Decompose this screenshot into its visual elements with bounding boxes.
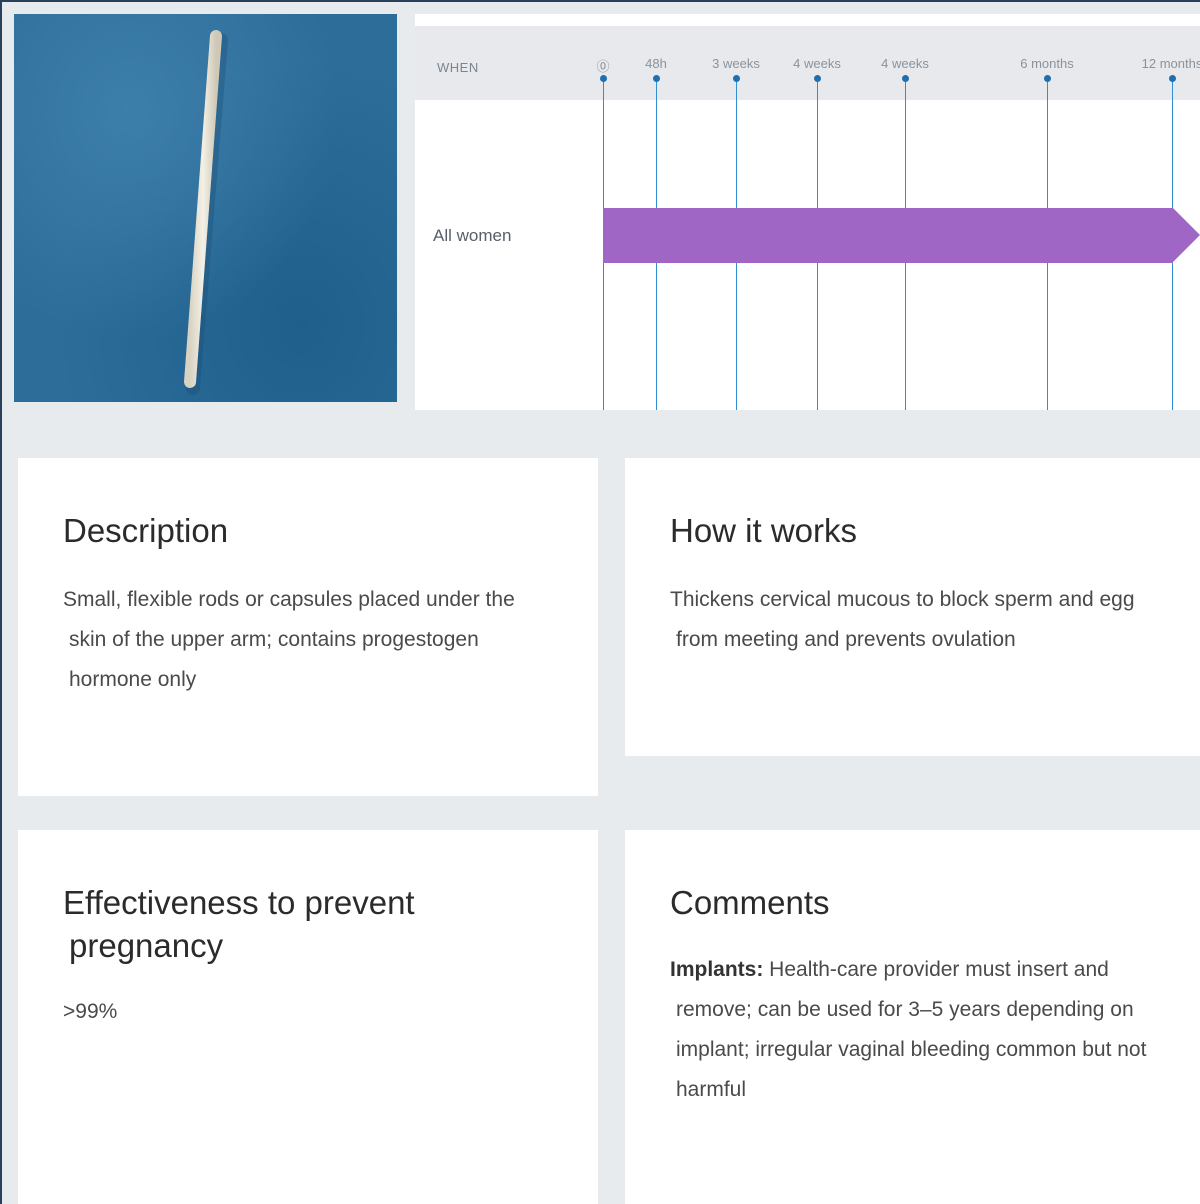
comments-line: remove; can be used for 3–5 years depend… xyxy=(676,998,1134,1021)
timeline-dot-icon xyxy=(733,75,740,82)
description-title: Description xyxy=(63,512,229,549)
comments-line: harmful xyxy=(676,1078,747,1101)
description-card: Description Small, flexible rods or caps… xyxy=(18,458,598,796)
effectiveness-card: Effectiveness to prevent pregnancy >99% xyxy=(18,830,598,1204)
timeline-tick-label: 4 weeks xyxy=(881,56,929,71)
how-it-works-line: from meeting and prevents ovulation xyxy=(676,628,1016,651)
timeline-tick-label: 4 weeks xyxy=(793,56,841,71)
comments-text: Implants: Health-care provider must inse… xyxy=(670,950,1146,1110)
comments-line: Implants: Health-care provider must inse… xyxy=(670,950,1146,990)
timeline-tick-label: 3 weeks xyxy=(712,56,760,71)
timeline-dot-icon xyxy=(1169,75,1176,82)
effectiveness-title: Effectiveness to prevent pregnancy xyxy=(63,882,415,968)
how-it-works-line: Thickens cervical mucous to block sperm … xyxy=(670,588,1135,611)
how-it-works-title: How it works xyxy=(670,512,858,549)
timeline-when-label: WHEN xyxy=(437,60,479,75)
timeline-dot-icon xyxy=(814,75,821,82)
effectiveness-title-line: pregnancy xyxy=(69,926,224,964)
description-line: hormone only xyxy=(69,668,197,691)
comments-lead: Implants: xyxy=(670,958,764,981)
effectiveness-title-line: Effectiveness to prevent xyxy=(63,884,415,921)
comments-line: implant; irregular vaginal bleeding comm… xyxy=(676,1038,1147,1061)
implant-rod-icon xyxy=(184,30,228,395)
description-line: skin of the upper arm; contains progesto… xyxy=(69,628,479,651)
effectiveness-value: >99% xyxy=(63,1000,118,1023)
timeline-group-label: All women xyxy=(433,226,512,245)
timeline-tick-label: 48h xyxy=(645,56,667,71)
timeline-dot-icon xyxy=(1044,75,1051,82)
description-line: Small, flexible rods or capsules placed … xyxy=(63,588,515,611)
timeline-bar xyxy=(603,208,1173,263)
how-it-works-card: How it works Thickens cervical mucous to… xyxy=(625,458,1200,756)
how-it-works-text: Thickens cervical mucous to block sperm … xyxy=(670,580,1135,660)
timeline-tick-label: 12 months xyxy=(1141,56,1200,71)
timeline-bar-arrow-icon xyxy=(1173,208,1200,262)
timeline-tick-label: ⓪ xyxy=(596,59,610,74)
timeline-dot-icon xyxy=(600,75,607,82)
timeline-tick-label: 6 months xyxy=(1020,56,1074,71)
comments-card: Comments Implants: Health-care provider … xyxy=(625,830,1200,1204)
comments-title: Comments xyxy=(670,884,830,921)
timeline-dot-icon xyxy=(902,75,909,82)
timeline-chart: WHEN All women ⓪ 48h 3 weeks 4 weeks 4 weeks… xyxy=(415,14,1200,410)
timeline-dot-icon xyxy=(653,75,660,82)
description-text: Small, flexible rods or capsules placed … xyxy=(63,580,515,700)
implant-photo xyxy=(14,14,397,402)
comments-line-rest: Health-care provider must insert and xyxy=(763,958,1109,981)
